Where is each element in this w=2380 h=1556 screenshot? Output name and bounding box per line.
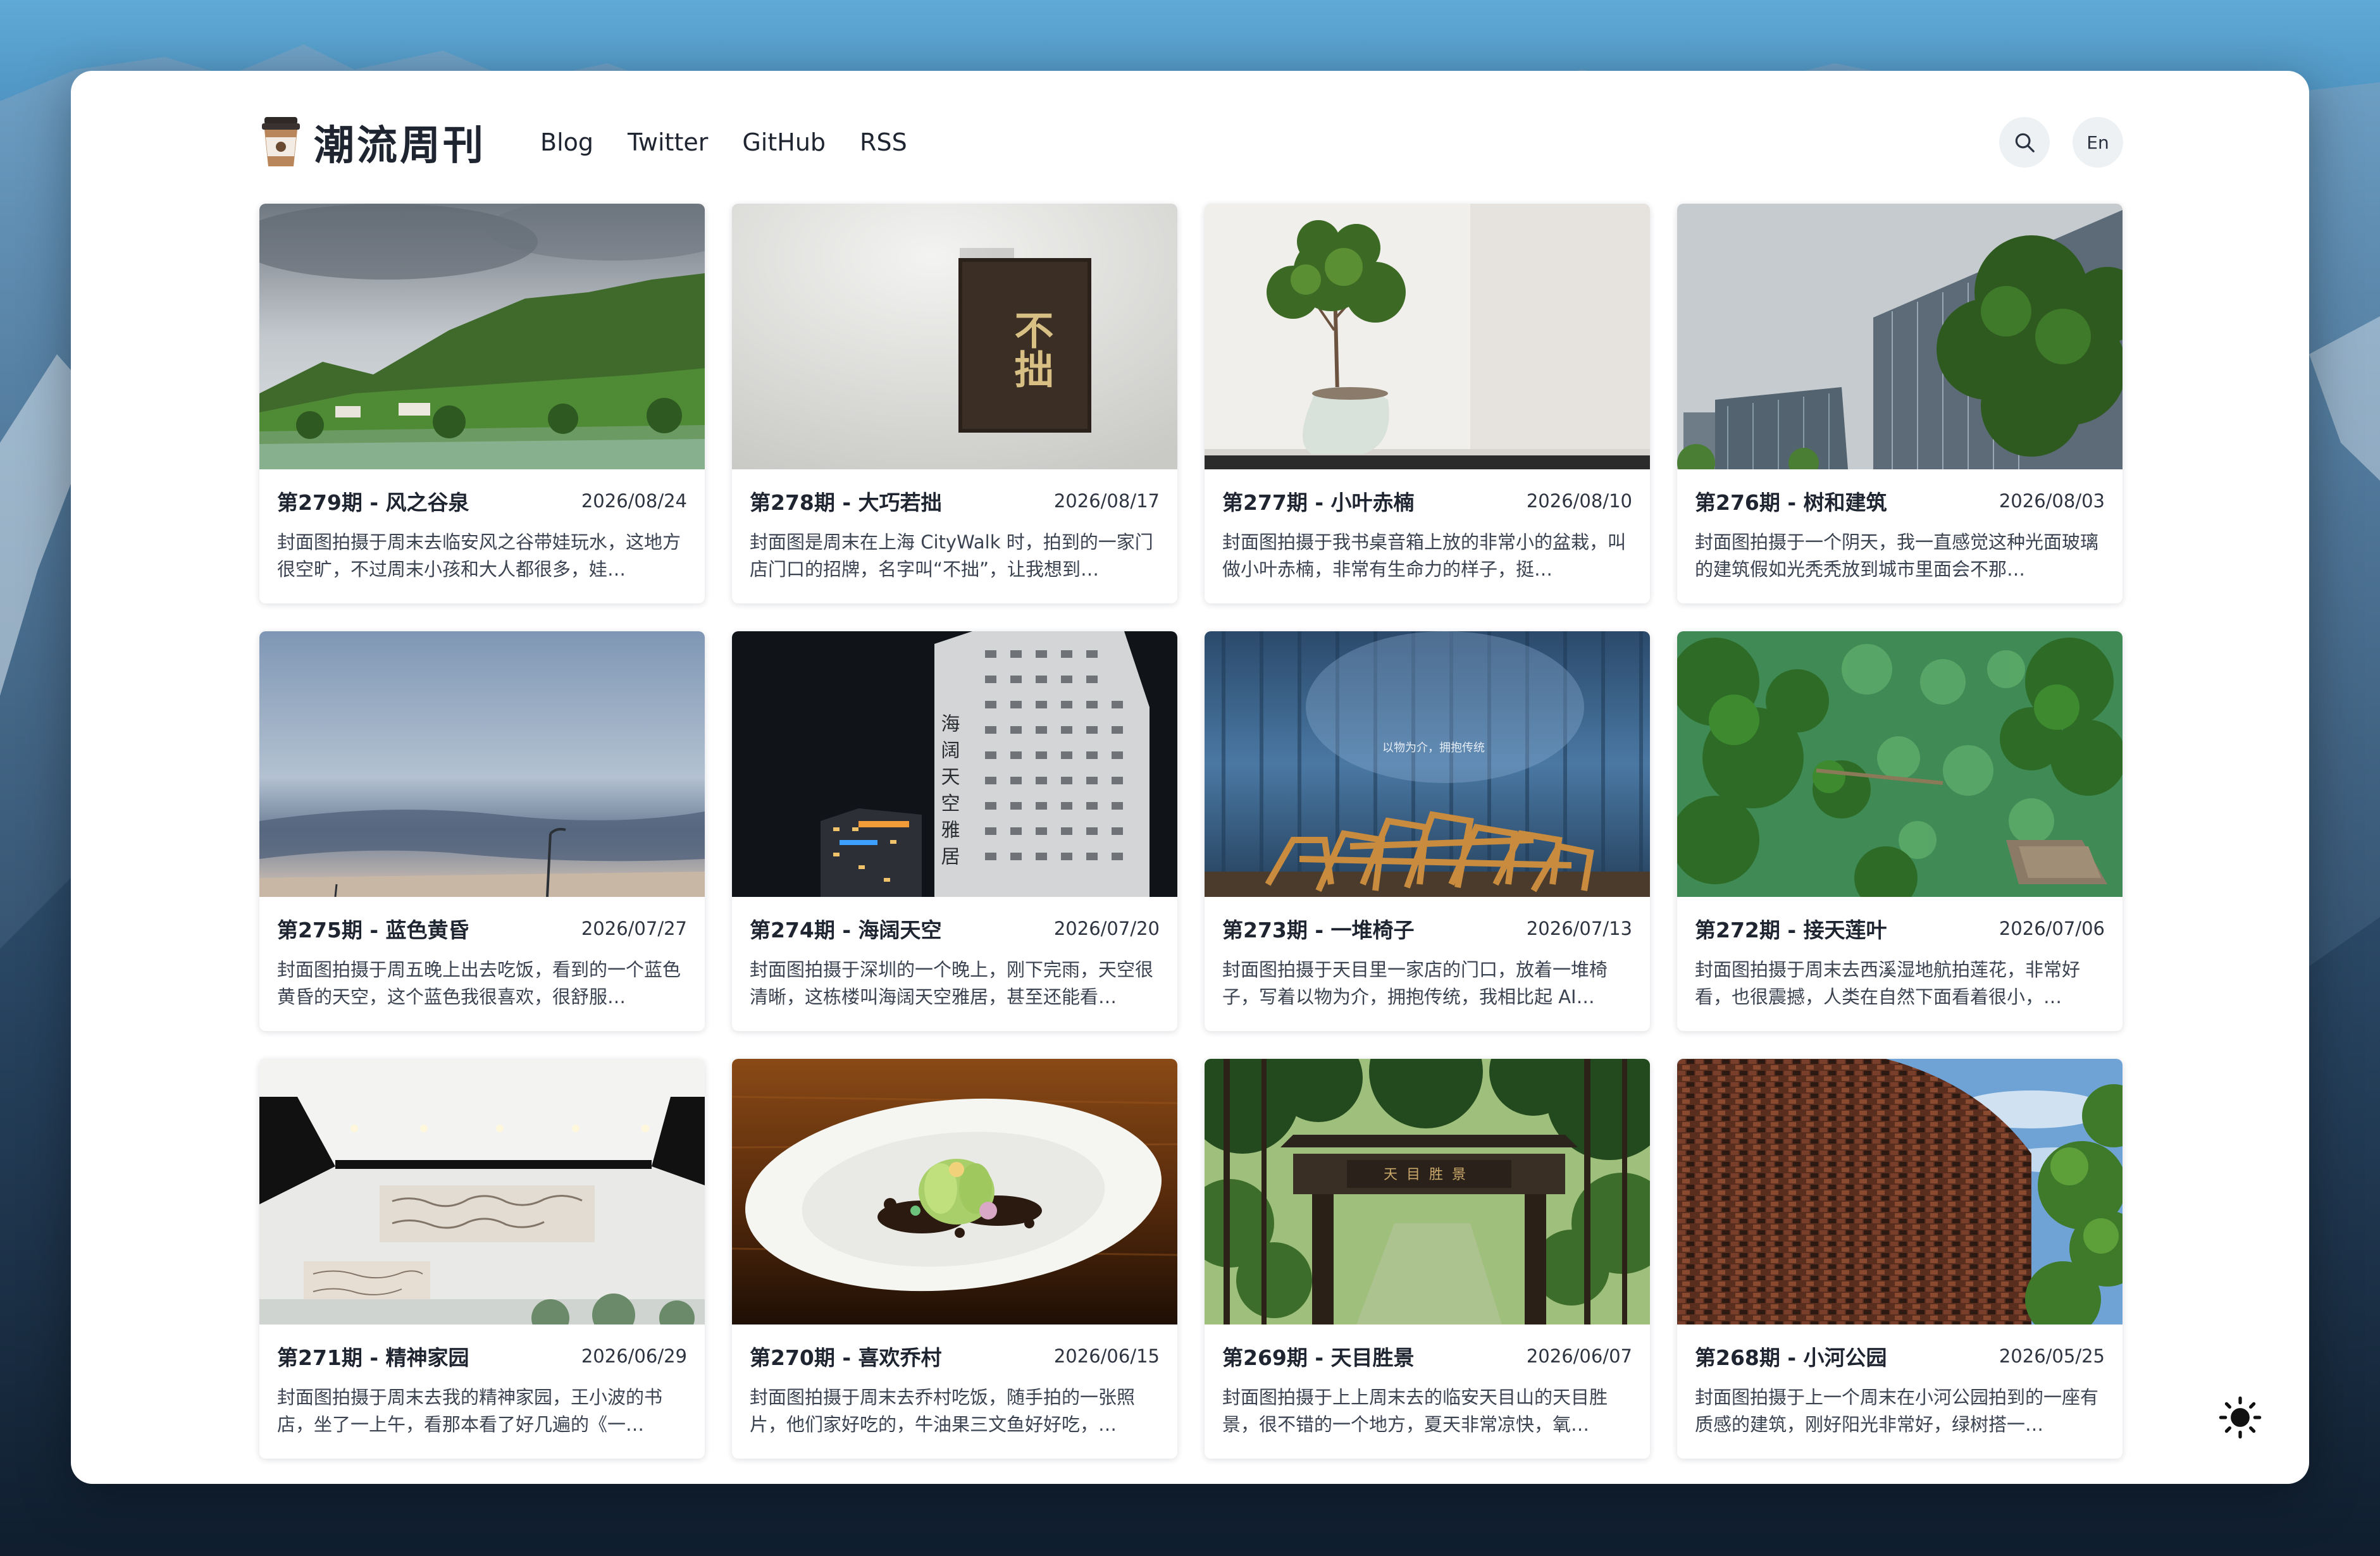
issue-card[interactable]: 第268期 - 小河公园 2026/05/25 封面图拍摄于上一个周末在小河公园… xyxy=(1677,1059,2123,1459)
main-nav: Blog Twitter GitHub RSS xyxy=(540,128,907,156)
issue-date: 2026/08/03 xyxy=(1999,490,2105,512)
cover-image-blue-dusk[interactable] xyxy=(259,631,705,897)
issue-description: 封面图拍摄于深圳的一个晚上，刚下完雨，天空很清晰，这栋楼叫海阔天空雅居，甚至还能… xyxy=(750,959,1154,1008)
issue-date: 2026/07/20 xyxy=(1053,918,1160,939)
issue-title[interactable]: 第277期 - 小叶赤楠 xyxy=(1222,486,1415,516)
cover-image-tree-building[interactable] xyxy=(1677,204,2123,469)
issue-card[interactable]: 海阔天空雅居 第274期 - 海阔天空 2026/07/20 封面图拍摄于深圳的… xyxy=(732,631,1177,1031)
issue-title[interactable]: 第276期 - 树和建筑 xyxy=(1695,486,1887,516)
issue-date: 2026/07/13 xyxy=(1526,918,1632,939)
issue-description: 封面图拍摄于周末去乔村吃饭，随手拍的一张照片，他们家好吃的，牛油果三文鱼好好吃，… xyxy=(750,1386,1136,1435)
issue-card[interactable]: 第270期 - 喜欢乔村 2026/06/15 封面图拍摄于周末去乔村吃饭，随手… xyxy=(732,1059,1177,1459)
language-toggle-button[interactable]: En xyxy=(2073,117,2123,168)
nav-link-github[interactable]: GitHub xyxy=(742,128,826,156)
cover-image-bonsai[interactable] xyxy=(1205,204,1650,469)
theme-toggle-button[interactable] xyxy=(2218,1395,2262,1440)
issue-description: 封面图拍摄于天目里一家店的门口，放着一堆椅子，写着以物为介，拥抱传统，我相比起 … xyxy=(1222,959,1608,1008)
issue-date: 2026/05/25 xyxy=(1999,1345,2105,1367)
issue-card[interactable]: 第277期 - 小叶赤楠 2026/08/10 封面图拍摄于我书桌音箱上放的非常… xyxy=(1205,204,1650,603)
issue-title[interactable]: 第273期 - 一堆椅子 xyxy=(1222,913,1415,944)
issue-description: 封面图拍摄于周末去我的精神家园，王小波的书店，坐了一上午，看那本看了好几遍的《一… xyxy=(277,1386,663,1435)
search-button[interactable] xyxy=(1999,117,2050,168)
issue-card[interactable]: 以物为介，拥抱传统 第273期 - 一堆椅子 2026/07/13 封面图拍摄于… xyxy=(1205,631,1650,1031)
issue-description: 封面图拍摄于周末去西溪湿地航拍莲花，非常好看，也很震撼，人类在自然下面看着很小，… xyxy=(1695,959,2081,1008)
issue-date: 2026/08/17 xyxy=(1053,490,1160,512)
search-icon xyxy=(2015,133,2035,152)
nav-link-rss[interactable]: RSS xyxy=(860,128,907,156)
cover-image-shop-sign[interactable]: 不拙 xyxy=(732,204,1177,469)
issue-title[interactable]: 第278期 - 大巧若拙 xyxy=(750,486,942,516)
issue-description: 封面图拍摄于我书桌音箱上放的非常小的盆栽，叫做小叶赤楠，非常有生命力的样子，挺… xyxy=(1222,531,1627,580)
issue-description: 封面图拍摄于上一个周末在小河公园拍到的一座有质感的建筑，刚好阳光非常好，绿树搭一… xyxy=(1695,1386,2099,1435)
coffee-cup-icon[interactable] xyxy=(261,116,301,169)
sun-icon xyxy=(2219,1396,2262,1439)
issue-card[interactable]: 第279期 - 风之谷泉 2026/08/24 封面图拍摄于周末去临安风之谷带娃… xyxy=(259,204,705,603)
issue-card[interactable]: 天目胜景 第269期 - 天目胜景 2026/06/07 封面图拍摄于上上周末去… xyxy=(1205,1059,1650,1459)
nav-link-blog[interactable]: Blog xyxy=(540,128,593,156)
issue-title[interactable]: 第268期 - 小河公园 xyxy=(1695,1341,1887,1371)
issue-title[interactable]: 第270期 - 喜欢乔村 xyxy=(750,1341,942,1371)
issue-description: 封面图拍摄于一个阴天，我一直感觉这种光面玻璃的建筑假如光秃秃放到城市里面会不那… xyxy=(1695,531,2099,580)
header-actions: En xyxy=(1999,117,2123,168)
issue-title[interactable]: 第274期 - 海阔天空 xyxy=(750,913,942,944)
issue-description: 封面图拍摄于上上周末去的临安天目山的天目胜景，很不错的一个地方，夏天非常凉快，氧… xyxy=(1222,1386,1608,1435)
issue-description: 封面图拍摄于周五晚上出去吃饭，看到的一个蓝色黄昏的天空，这个蓝色我很喜欢，很舒服… xyxy=(277,959,681,1008)
cover-image-mountain-valley[interactable] xyxy=(259,204,705,469)
issue-card[interactable]: 第272期 - 接天莲叶 2026/07/06 封面图拍摄于周末去西溪湿地航拍莲… xyxy=(1677,631,2123,1031)
issue-card[interactable]: 第276期 - 树和建筑 2026/08/03 封面图拍摄于一个阴天，我一直感觉… xyxy=(1677,204,2123,603)
issue-date: 2026/07/06 xyxy=(1999,918,2105,939)
cover-image-night-building[interactable]: 海阔天空雅居 xyxy=(732,631,1177,897)
gate-plaque-text: 天目胜景 xyxy=(1384,1167,1475,1183)
wall-slogan-text: 以物为介，拥抱传统 xyxy=(1382,741,1485,755)
issue-date: 2026/08/10 xyxy=(1526,490,1632,512)
site-header: 潮流周刊 Blog Twitter GitHub RSS En xyxy=(261,108,2123,177)
issue-card[interactable]: 第271期 - 精神家园 2026/06/29 封面图拍摄于周末去我的精神家园，… xyxy=(259,1059,705,1459)
cover-image-forest-gate[interactable]: 天目胜景 xyxy=(1205,1059,1650,1324)
issue-card[interactable]: 第275期 - 蓝色黄昏 2026/07/27 封面图拍摄于周五晚上出去吃饭，看… xyxy=(259,631,705,1031)
issue-date: 2026/06/29 xyxy=(581,1345,687,1367)
issue-title[interactable]: 第275期 - 蓝色黄昏 xyxy=(277,913,469,944)
issue-title[interactable]: 第269期 - 天目胜景 xyxy=(1222,1341,1415,1371)
building-name-text: 海阔天空雅居 xyxy=(938,713,960,873)
issue-date: 2026/06/15 xyxy=(1053,1345,1160,1367)
issue-date: 2026/08/24 xyxy=(581,490,687,512)
nav-link-twitter[interactable]: Twitter xyxy=(628,128,708,156)
sign-text: 不拙 xyxy=(1008,310,1054,388)
issue-card[interactable]: 不拙 第278期 - 大巧若拙 2026/08/17 封面图是周末在上海 Cit… xyxy=(732,204,1177,603)
cover-image-dish[interactable] xyxy=(732,1059,1177,1324)
cover-image-brick-wall[interactable] xyxy=(1677,1059,2123,1324)
issue-title[interactable]: 第279期 - 风之谷泉 xyxy=(277,486,469,516)
issue-description: 封面图拍摄于周末去临安风之谷带娃玩水，这地方很空旷，不过周末小孩和大人都很多，娃… xyxy=(277,531,681,580)
browser-window: 潮流周刊 Blog Twitter GitHub RSS En 第279期 - … xyxy=(71,71,2309,1484)
site-title[interactable]: 潮流周刊 xyxy=(314,113,486,171)
cover-image-chairs[interactable]: 以物为介，拥抱传统 xyxy=(1205,631,1650,897)
issue-description: 封面图是周末在上海 CityWalk 时，拍到的一家门店门口的招牌，名字叫“不拙… xyxy=(750,531,1153,580)
cover-image-bookstore[interactable] xyxy=(259,1059,705,1324)
issue-date: 2026/07/27 xyxy=(581,918,687,939)
issue-grid: 第279期 - 风之谷泉 2026/08/24 封面图拍摄于周末去临安风之谷带娃… xyxy=(259,204,2124,1459)
cover-image-lotus-aerial[interactable] xyxy=(1677,631,2123,897)
issue-title[interactable]: 第272期 - 接天莲叶 xyxy=(1695,913,1887,944)
issue-title[interactable]: 第271期 - 精神家园 xyxy=(277,1341,469,1371)
issue-date: 2026/06/07 xyxy=(1526,1345,1632,1367)
